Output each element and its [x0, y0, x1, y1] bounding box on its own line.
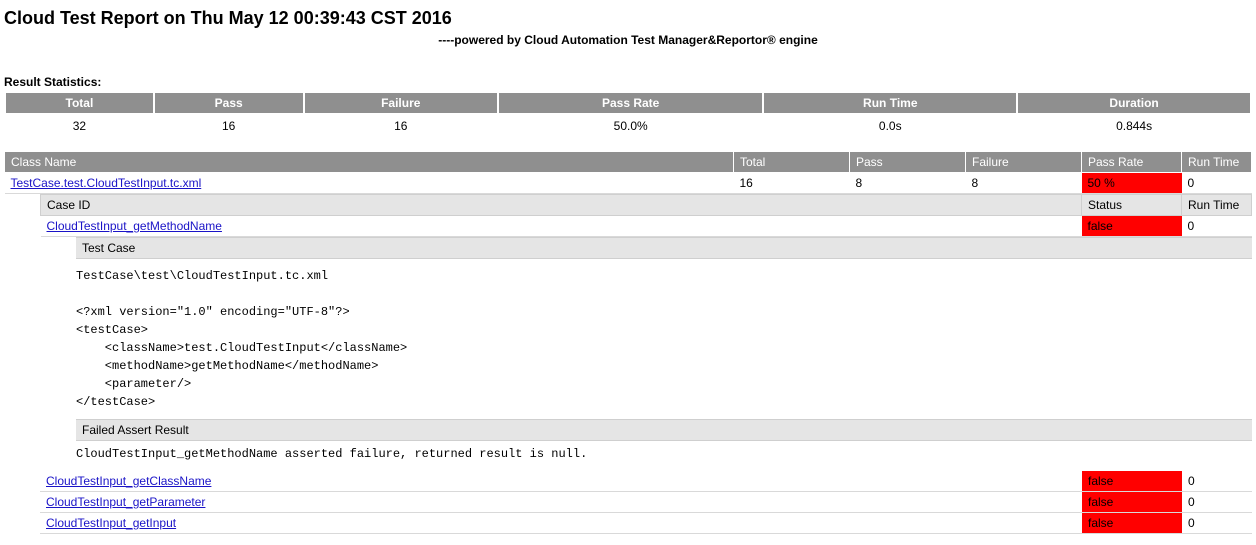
stats-header-row: Total Pass Failure Pass Rate Run Time Du… — [5, 92, 1251, 114]
stats-value-runtime: 0.0s — [763, 114, 1017, 138]
class-header-total: Total — [734, 152, 850, 173]
stats-value-failure: 16 — [304, 114, 498, 138]
stats-header-failure: Failure — [304, 92, 498, 114]
class-header-name: Class Name — [5, 152, 734, 173]
failed-assert-text: CloudTestInput_getMethodName asserted fa… — [76, 441, 1252, 471]
class-runtime: 0 — [1182, 173, 1252, 194]
test-case-source: TestCase\test\CloudTestInput.tc.xml <?xm… — [76, 267, 1252, 411]
case-row: CloudTestInput_getParameter false 0 — [40, 492, 1252, 513]
case-link-expanded[interactable]: CloudTestInput_getMethodName — [47, 219, 222, 233]
stats-table: Total Pass Failure Pass Rate Run Time Du… — [4, 91, 1252, 139]
case-rows-rest: CloudTestInput_getClassName false 0 Clou… — [40, 471, 1252, 534]
class-failure: 8 — [966, 173, 1082, 194]
stats-label: Result Statistics: — [4, 75, 1252, 89]
failed-assert-header: Failed Assert Result — [76, 419, 1252, 441]
test-case-header: Test Case — [76, 237, 1252, 259]
case-status: false — [1082, 492, 1182, 513]
stats-header-passrate: Pass Rate — [498, 92, 763, 114]
case-row: CloudTestInput_getInput false 0 — [40, 513, 1252, 534]
class-row: TestCase.test.CloudTestInput.tc.xml 16 8… — [5, 173, 1252, 194]
case-row-expanded: CloudTestInput_getMethodName false 0 — [41, 216, 1252, 237]
subtitle: ----powered by Cloud Automation Test Man… — [4, 33, 1252, 47]
stats-header-pass: Pass — [154, 92, 304, 114]
stats-value-pass: 16 — [154, 114, 304, 138]
stats-header-total: Total — [5, 92, 154, 114]
class-total: 16 — [734, 173, 850, 194]
case-header-id: Case ID — [41, 195, 1082, 216]
case-runtime: 0 — [1182, 492, 1252, 513]
class-pass: 8 — [850, 173, 966, 194]
case-status: false — [1082, 471, 1182, 492]
case-link[interactable]: CloudTestInput_getClassName — [46, 474, 211, 488]
case-link[interactable]: CloudTestInput_getInput — [46, 516, 176, 530]
case-runtime: 0 — [1182, 513, 1252, 534]
case-status-expanded: false — [1082, 216, 1182, 237]
stats-value-passrate: 50.0% — [498, 114, 763, 138]
case-header-status: Status — [1082, 195, 1182, 216]
class-name-link[interactable]: TestCase.test.CloudTestInput.tc.xml — [11, 176, 202, 190]
case-row: CloudTestInput_getClassName false 0 — [40, 471, 1252, 492]
stats-value-total: 32 — [5, 114, 154, 138]
case-header-row: Case ID Status Run Time — [41, 195, 1252, 216]
class-header-pass: Pass — [850, 152, 966, 173]
case-runtime: 0 — [1182, 471, 1252, 492]
case-runtime-expanded: 0 — [1182, 216, 1252, 237]
stats-header-runtime: Run Time — [763, 92, 1017, 114]
page-title: Cloud Test Report on Thu May 12 00:39:43… — [4, 8, 1252, 29]
class-table: Class Name Total Pass Failure Pass Rate … — [4, 151, 1252, 194]
case-table: Case ID Status Run Time CloudTestInput_g… — [40, 194, 1252, 237]
class-header-failure: Failure — [966, 152, 1082, 173]
class-header-passrate: Pass Rate — [1082, 152, 1182, 173]
stats-value-duration: 0.844s — [1017, 114, 1251, 138]
stats-value-row: 32 16 16 50.0% 0.0s 0.844s — [5, 114, 1251, 138]
class-passrate: 50 % — [1082, 173, 1182, 194]
stats-header-duration: Duration — [1017, 92, 1251, 114]
case-status: false — [1082, 513, 1182, 534]
case-link[interactable]: CloudTestInput_getParameter — [46, 495, 205, 509]
class-header-row: Class Name Total Pass Failure Pass Rate … — [5, 152, 1252, 173]
class-header-runtime: Run Time — [1182, 152, 1252, 173]
case-header-runtime: Run Time — [1182, 195, 1252, 216]
